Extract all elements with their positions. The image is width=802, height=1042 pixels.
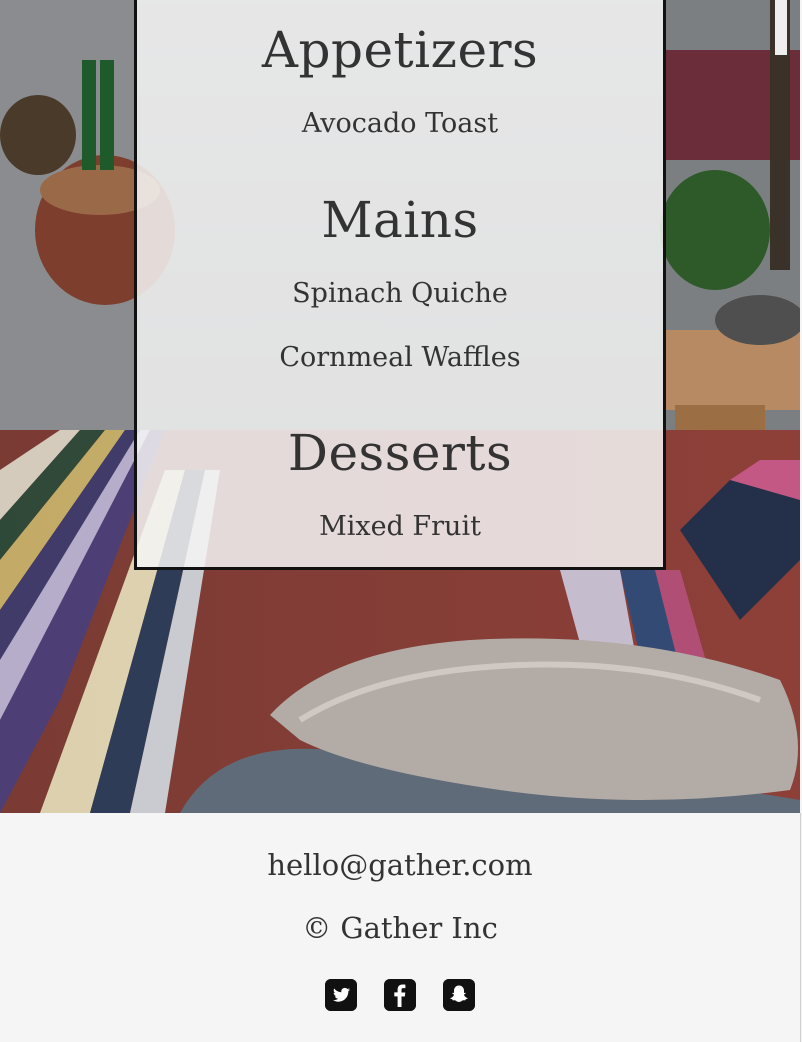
section-title-mains: Mains bbox=[321, 191, 479, 249]
facebook-icon[interactable] bbox=[384, 979, 416, 1011]
menu-item-cornmeal-waffles: Cornmeal Waffles bbox=[279, 342, 521, 373]
section-title-desserts: Desserts bbox=[287, 424, 513, 482]
menu-card: Appetizers Avocado Toast Mains Spinach Q… bbox=[134, 0, 666, 570]
footer-copyright: © Gather Inc bbox=[302, 911, 498, 945]
page: Appetizers Avocado Toast Mains Spinach Q… bbox=[0, 0, 802, 1042]
social-links bbox=[0, 979, 800, 1011]
snapchat-icon[interactable] bbox=[443, 979, 475, 1011]
twitter-icon[interactable] bbox=[325, 979, 357, 1011]
menu-item-mixed-fruit: Mixed Fruit bbox=[319, 511, 481, 542]
section-title-appetizers: Appetizers bbox=[261, 21, 539, 79]
footer: hello@gather.com © Gather Inc bbox=[0, 813, 801, 1042]
footer-email-link[interactable]: hello@gather.com bbox=[0, 851, 800, 880]
menu-item-spinach-quiche: Spinach Quiche bbox=[292, 278, 508, 309]
menu-item-avocado-toast: Avocado Toast bbox=[301, 108, 499, 139]
